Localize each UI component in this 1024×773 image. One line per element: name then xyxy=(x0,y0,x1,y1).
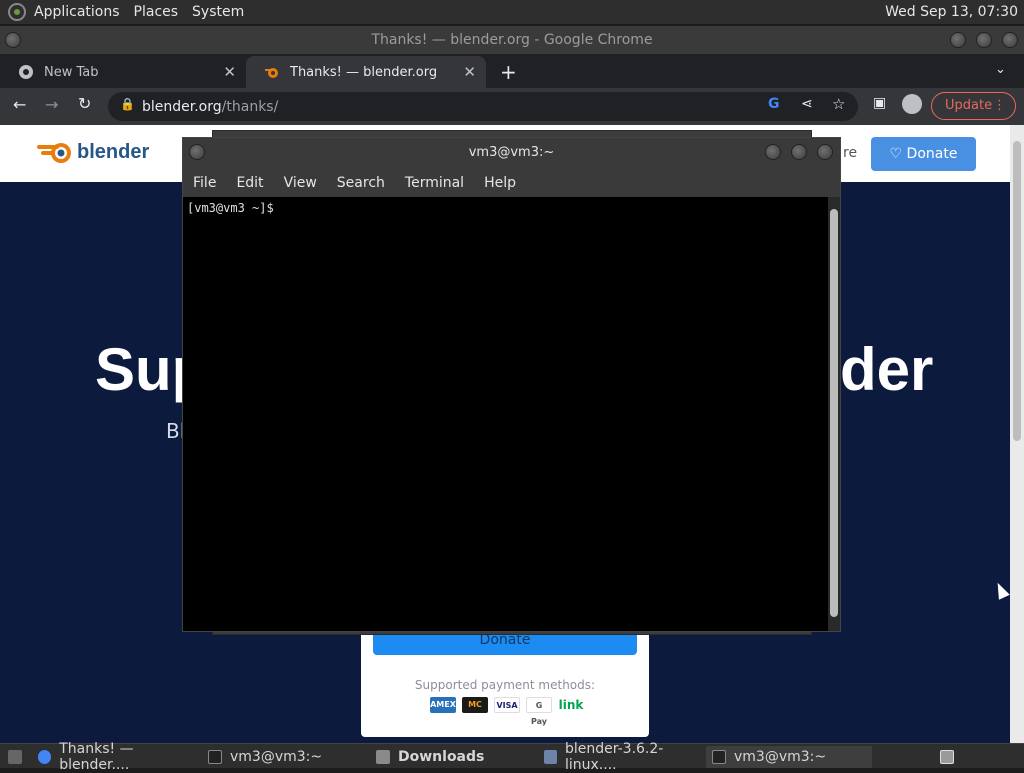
update-button[interactable]: Update ⋮ xyxy=(931,92,1016,120)
terminal-titlebar[interactable]: vm3@vm3:~ xyxy=(183,138,840,168)
more-vert-icon[interactable]: ⋮ xyxy=(993,93,1006,119)
archive-icon xyxy=(544,750,557,764)
url-text[interactable]: blender.org/thanks/ xyxy=(142,99,278,115)
tab-label: New Tab xyxy=(44,64,99,80)
visa-icon: VISA xyxy=(494,697,520,713)
taskbar-item-terminal-active[interactable]: vm3@vm3:~ xyxy=(706,746,872,768)
heart-icon: ♡ xyxy=(889,146,903,162)
forward-icon[interactable]: → xyxy=(45,95,58,114)
menu-places[interactable]: Places xyxy=(134,4,179,20)
gpay-icon: G Pay xyxy=(526,697,552,726)
taskbar-label: vm3@vm3:~ xyxy=(230,749,323,765)
terminal-menu-search[interactable]: Search xyxy=(337,175,385,191)
terminal-window[interactable]: vm3@vm3:~ File Edit View Search Terminal… xyxy=(182,137,841,632)
tab-search-chevron-icon[interactable]: ⌄ xyxy=(995,62,1006,77)
side-panel-icon[interactable]: ▣ xyxy=(873,95,886,111)
google-icon[interactable]: G xyxy=(768,96,780,112)
tab-label: Thanks! — blender.org xyxy=(290,64,438,80)
terminal-title: vm3@vm3:~ xyxy=(468,145,555,160)
terminal-prompt: [vm3@vm3 ~]$ xyxy=(187,201,274,215)
terminal-menu-view[interactable]: View xyxy=(284,175,317,191)
address-bar[interactable]: 🔒 blender.org/thanks/ G ⋖ ☆ xyxy=(108,92,858,121)
chrome-icon xyxy=(19,65,33,79)
menu-system[interactable]: System xyxy=(192,4,244,20)
minimize-icon[interactable] xyxy=(950,32,966,48)
profile-avatar-icon[interactable] xyxy=(902,94,922,114)
chrome-icon xyxy=(38,750,52,764)
taskbar-label: blender-3.6.2-linux.... xyxy=(564,741,664,773)
bookmark-star-icon[interactable]: ☆ xyxy=(832,95,845,113)
tab-thanks-blender[interactable]: Thanks! — blender.org ✕ xyxy=(246,56,486,88)
lock-icon[interactable]: 🔒 xyxy=(120,97,135,111)
back-icon[interactable]: ← xyxy=(13,95,26,114)
tab-new-tab[interactable]: New Tab ✕ xyxy=(0,56,246,88)
menu-applications[interactable]: Applications xyxy=(34,4,120,20)
folder-icon xyxy=(376,750,390,764)
terminal-menu-edit[interactable]: Edit xyxy=(236,175,263,191)
terminal-menu-file[interactable]: File xyxy=(193,175,216,191)
terminal-output[interactable]: [vm3@vm3 ~]$ xyxy=(183,197,828,631)
amex-icon: AMEX xyxy=(430,697,456,713)
donate-header-button[interactable]: ♡ Donate xyxy=(871,137,976,171)
window-menu-icon[interactable] xyxy=(5,32,21,48)
clock[interactable]: Wed Sep 13, 07:30 xyxy=(885,4,1018,20)
blender-favicon-icon xyxy=(265,68,278,78)
payment-methods-label: Supported payment methods: xyxy=(414,678,596,692)
update-label: Update xyxy=(945,98,993,113)
logo-text: blender xyxy=(77,140,150,163)
hero-title-right: der xyxy=(840,336,934,403)
page-scrollbar[interactable] xyxy=(1010,125,1024,743)
terminal-menu-help[interactable]: Help xyxy=(484,175,516,191)
workspace-switcher-icon[interactable] xyxy=(934,746,960,768)
terminal-scrollbar[interactable] xyxy=(828,197,840,631)
mastercard-icon: MC xyxy=(462,697,488,713)
terminal-icon xyxy=(208,750,222,764)
link-icon: link xyxy=(558,697,584,713)
header-nav-partial[interactable]: re xyxy=(843,145,857,161)
blender-logo-icon xyxy=(37,143,71,163)
distro-logo-icon[interactable] xyxy=(8,3,26,21)
browser-toolbar: ← → ↻ 🔒 blender.org/thanks/ G ⋖ ☆ ▣ Upda… xyxy=(0,88,1024,125)
terminal-maximize-icon[interactable] xyxy=(791,144,807,160)
taskbar-label: vm3@vm3:~ xyxy=(734,749,827,765)
page-scrollbar-thumb[interactable] xyxy=(1013,141,1021,441)
terminal-minimize-icon[interactable] xyxy=(765,144,781,160)
taskbar-item-terminal[interactable]: vm3@vm3:~ xyxy=(202,746,368,768)
share-icon[interactable]: ⋖ xyxy=(801,96,813,112)
taskbar-label: Thanks! — blender.... xyxy=(59,741,134,773)
chrome-titlebar: Thanks! — blender.org - Google Chrome xyxy=(0,26,1024,54)
taskbar-item-chrome[interactable]: Thanks! — blender.... xyxy=(32,741,200,773)
close-window-icon[interactable] xyxy=(1002,32,1018,48)
url-host: blender.org xyxy=(142,98,222,115)
maximize-icon[interactable] xyxy=(976,32,992,48)
terminal-scrollbar-thumb[interactable] xyxy=(830,209,838,617)
new-tab-icon[interactable]: + xyxy=(500,60,517,84)
close-tab-icon[interactable]: ✕ xyxy=(223,63,236,81)
url-path: /thanks/ xyxy=(221,98,279,115)
top-panel: Applications Places System Wed Sep 13, 0… xyxy=(0,0,1024,25)
tab-bar: New Tab ✕ Thanks! — blender.org ✕ + ⌄ xyxy=(0,54,1024,88)
donate-label: Donate xyxy=(906,146,958,162)
blender-logo[interactable]: blender xyxy=(37,137,149,167)
terminal-menubar: File Edit View Search Terminal Help xyxy=(183,168,840,197)
taskbar-item-downloads[interactable]: Downloads xyxy=(370,746,536,768)
bottom-taskbar: Thanks! — blender.... vm3@vm3:~ Download… xyxy=(0,741,1024,773)
terminal-close-icon[interactable] xyxy=(817,144,833,160)
close-tab-icon[interactable]: ✕ xyxy=(463,63,476,81)
terminal-icon xyxy=(712,750,726,764)
payment-icons: AMEX MC VISA G Pay link xyxy=(430,697,584,726)
taskbar-label: Downloads xyxy=(398,749,485,765)
terminal-menu-terminal[interactable]: Terminal xyxy=(405,175,464,191)
taskbar-item-blender-archive[interactable]: blender-3.6.2-linux.... xyxy=(538,741,704,773)
reload-icon[interactable]: ↻ xyxy=(78,94,91,113)
terminal-menu-icon[interactable] xyxy=(189,144,205,160)
show-desktop-icon[interactable] xyxy=(2,746,28,768)
window-title: Thanks! — blender.org - Google Chrome xyxy=(371,32,653,48)
